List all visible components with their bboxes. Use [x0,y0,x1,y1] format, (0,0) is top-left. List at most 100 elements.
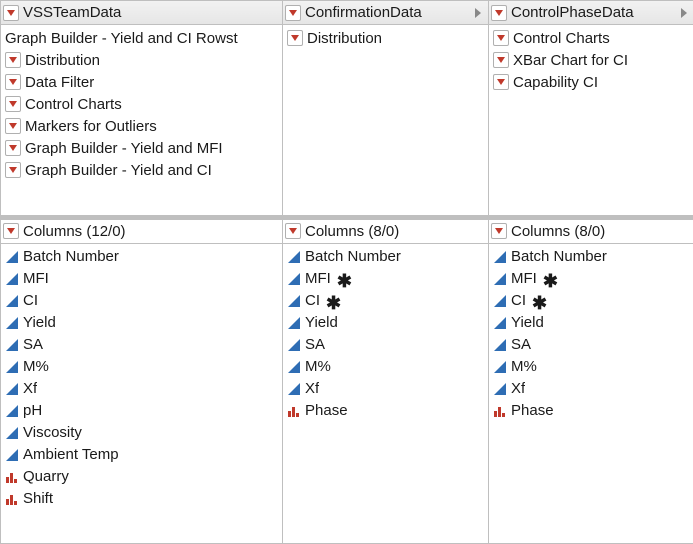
script-label: Control Charts [513,30,610,47]
script-row[interactable]: Control Charts [491,27,692,49]
columns-menu-icon[interactable] [285,223,301,239]
columns-menu-icon[interactable] [491,223,507,239]
columns-title: Columns (8/0) [305,223,484,240]
columns-title: Columns (12/0) [23,223,278,240]
panel-expand-icon[interactable] [472,1,484,25]
continuous-icon [5,294,19,308]
script-menu-icon[interactable] [5,140,21,156]
script-row[interactable]: Control Charts [3,93,280,115]
scripts-list: Distribution [283,25,488,215]
continuous-icon [493,338,507,352]
column-row[interactable]: Phase [491,400,692,422]
column-row[interactable]: Quarry [3,466,280,488]
continuous-icon [493,272,507,286]
script-menu-icon[interactable] [287,30,303,46]
column-row[interactable]: MFI✱ [491,268,692,290]
script-menu-icon[interactable] [5,118,21,134]
script-row[interactable]: Capability CI [491,71,692,93]
column-row[interactable]: CI [3,290,280,312]
script-menu-icon[interactable] [5,162,21,178]
table-panel-header[interactable]: ControlPhaseData [489,1,693,25]
column-label: Quarry [23,468,69,485]
column-row[interactable]: SA [3,334,280,356]
script-menu-icon[interactable] [5,52,21,68]
script-menu-icon[interactable] [5,96,21,112]
continuous-icon [5,404,19,418]
columns-panel-header[interactable]: Columns (12/0) [1,220,282,244]
column-row[interactable]: MFI✱ [285,268,486,290]
script-label: Capability CI [513,74,598,91]
table-menu-icon[interactable] [285,5,301,21]
continuous-icon [287,316,301,330]
column-row[interactable]: Xf [285,378,486,400]
column-row[interactable]: Batch Number [285,246,486,268]
column-label: MFI [511,270,537,287]
continuous-icon [493,316,507,330]
nominal-icon [493,404,507,418]
continuous-icon [287,360,301,374]
column-row[interactable]: CI✱ [491,290,692,312]
column-row[interactable]: SA [491,334,692,356]
script-menu-icon[interactable] [493,52,509,68]
column-label: Yield [511,314,544,331]
script-row-plain[interactable]: Graph Builder - Yield and CI Rowst [3,27,280,49]
script-row[interactable]: Distribution [285,27,486,49]
column-label: pH [23,402,42,419]
column-row[interactable]: SA [285,334,486,356]
column-row[interactable]: Batch Number [491,246,692,268]
column-row[interactable]: M% [285,356,486,378]
scripts-list: Graph Builder - Yield and CI Rowst Distri… [1,25,282,215]
column-row[interactable]: Viscosity [3,422,280,444]
column-row[interactable]: Ambient Temp [3,444,280,466]
continuous-icon [5,448,19,462]
script-menu-icon[interactable] [493,30,509,46]
column-row[interactable]: MFI [3,268,280,290]
column-row[interactable]: Yield [491,312,692,334]
columns-panel-header[interactable]: Columns (8/0) [283,220,488,244]
panel-expand-icon[interactable] [678,1,690,25]
table-menu-icon[interactable] [491,5,507,21]
table-panel-header[interactable]: VSSTeamData [1,1,282,25]
continuous-icon [5,338,19,352]
column-label: Ambient Temp [23,446,119,463]
table-panel: ConfirmationDataDistribution [282,1,488,215]
column-label: MFI [305,270,331,287]
column-label: Phase [305,402,348,419]
script-menu-icon[interactable] [493,74,509,90]
script-label: Graph Builder - Yield and CI [25,162,212,179]
column-row[interactable]: pH [3,400,280,422]
column-row[interactable]: Batch Number [3,246,280,268]
column-label: CI [511,292,526,309]
table-menu-icon[interactable] [3,5,19,21]
continuous-icon [287,272,301,286]
column-row[interactable]: M% [3,356,280,378]
columns-panel-header[interactable]: Columns (8/0) [489,220,693,244]
column-row[interactable]: Yield [285,312,486,334]
column-row[interactable]: Shift [3,488,280,510]
script-menu-icon[interactable] [5,74,21,90]
script-label: Data Filter [25,74,94,91]
script-label: Distribution [25,52,100,69]
column-row[interactable]: Xf [3,378,280,400]
column-row[interactable]: M% [491,356,692,378]
column-row[interactable]: Xf [491,378,692,400]
continuous-icon [287,338,301,352]
columns-menu-icon[interactable] [3,223,19,239]
nominal-icon [5,492,19,506]
continuous-icon [5,382,19,396]
table-panel-header[interactable]: ConfirmationData [283,1,488,25]
column-row[interactable]: Phase [285,400,486,422]
table-panel: ControlPhaseData Control Charts XBar Chart… [488,1,693,215]
columns-list: Batch NumberMFI✱CI✱ Yield SAM%XfPhase [489,244,693,544]
column-row[interactable]: Yield [3,312,280,334]
script-row[interactable]: Data Filter [3,71,280,93]
column-row[interactable]: CI✱ [285,290,486,312]
script-row[interactable]: XBar Chart for CI [491,49,692,71]
column-label: Batch Number [23,248,119,265]
formula-icon: ✱ [326,296,341,310]
script-row[interactable]: Graph Builder - Yield and CI [3,159,280,181]
script-row[interactable]: Distribution [3,49,280,71]
script-row[interactable]: Markers for Outliers [3,115,280,137]
script-row[interactable]: Graph Builder - Yield and MFI [3,137,280,159]
columns-list: Batch Number MFICIYieldSAM%Xf pH Viscosity A… [1,244,282,544]
